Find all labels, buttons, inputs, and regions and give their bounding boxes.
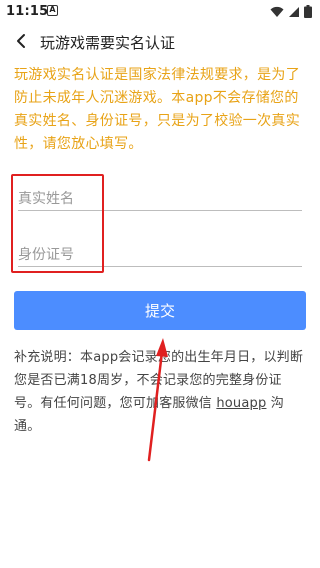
realname-notice: 玩游戏实名认证是国家法律法规要求，是为了防止未成年人沉迷游戏。本app不会存储您… [14,67,300,152]
submit-button[interactable]: 提交 [14,291,306,330]
notification-badge: A [47,5,58,16]
wifi-icon [270,6,284,17]
status-time: 11:15 [6,4,49,19]
status-icons [270,5,312,18]
battery-icon [304,5,312,18]
signal-icon [289,6,299,17]
back-button[interactable] [10,30,32,52]
submit-label: 提交 [144,302,175,320]
supplementary-note: 补充说明：本app会记录您的出生年月日，以判断您是否已满18周岁，不会记录您的完… [14,346,308,438]
wechat-id: houapp [216,396,267,411]
status-bar: 11:15 A [0,0,320,24]
page-title: 玩游戏需要实名认证 [40,34,176,52]
title-bar: 玩游戏需要实名认证 [0,28,320,56]
highlight-box [11,174,104,273]
chevron-left-icon [17,34,25,48]
